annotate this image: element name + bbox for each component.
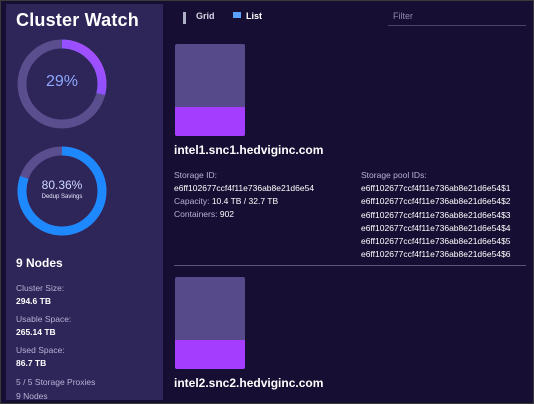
summary-sidebar: Cluster Watch 29% 80.36% Dedup Savings 9… — [6, 4, 163, 401]
usage-percent: 29% — [45, 73, 79, 90]
node-card: intel1.snc1.hedviginc.com Storage ID: e6… — [174, 44, 526, 266]
grid-icon — [183, 12, 191, 24]
used-space-value: 86.7 TB — [16, 358, 47, 368]
storage-pool-id: e6ff102677ccf4f11e736ab8e21d6e54$2 — [361, 196, 511, 207]
app-title: Cluster Watch — [16, 10, 139, 30]
node-usage-bar — [175, 277, 245, 369]
storage-proxies-status: 5 / 5 Storage Proxies — [16, 377, 96, 387]
used-space-stat: Used Space: 86.7 TB — [16, 345, 65, 368]
list-icon — [233, 12, 241, 20]
containers-label: Containers: — [174, 209, 218, 219]
nodes-title: 9 Nodes — [16, 256, 63, 270]
node-usage-fill — [175, 106, 245, 136]
storage-pool-id: e6ff102677ccf4f11e736ab8e21d6e54$1 — [361, 183, 511, 194]
capacity-value: 10.4 TB / 32.7 TB — [211, 196, 279, 206]
node-details: Storage ID: e6ff102677ccf4f11e736ab8e21d… — [174, 169, 314, 221]
list-view-label: List — [246, 11, 263, 21]
storage-pool-id: e6ff102677ccf4f11e736ab8e21d6e54$3 — [361, 209, 511, 220]
usable-space-value: 265.14 TB — [16, 327, 56, 337]
dedup-ring: 80.36% Dedup Savings — [15, 144, 109, 238]
node-usage-bar — [175, 44, 245, 136]
node-card: intel2.snc2.hedviginc.com — [174, 277, 526, 399]
cluster-size-label: Cluster Size: — [16, 283, 65, 293]
containers-row: Containers: 902 — [174, 208, 314, 221]
used-space-label: Used Space: — [16, 345, 65, 355]
storage-pool-id: e6ff102677ccf4f11e736ab8e21d6e54$4 — [361, 222, 511, 233]
storage-pool-id: e6ff102677ccf4f11e736ab8e21d6e54$6 — [361, 249, 511, 260]
storage-pool-list: Storage pool IDs: e6ff102677ccf4f11e736a… — [361, 169, 511, 261]
grid-view-label: Grid — [196, 11, 215, 21]
filter-input[interactable] — [388, 6, 526, 26]
grid-view-button[interactable]: Grid — [183, 11, 215, 24]
cluster-size-value: 294.6 TB — [16, 296, 51, 306]
storage-pool-ids-label: Storage pool IDs: — [361, 170, 427, 180]
storage-id-label: Storage ID: — [174, 170, 217, 180]
usage-ring: 29% — [15, 37, 109, 131]
node-hostname[interactable]: intel1.snc1.hedviginc.com — [174, 143, 323, 157]
list-view-button[interactable]: List — [233, 11, 262, 21]
node-hostname[interactable]: intel2.snc2.hedviginc.com — [174, 376, 323, 390]
dedup-percent: 80.36% — [41, 178, 83, 192]
nodes-count: 9 Nodes — [16, 391, 48, 401]
storage-id-value: e6ff102677ccf4f11e736ab8e21d6e54 — [174, 183, 315, 193]
cluster-size-stat: Cluster Size: 294.6 TB — [16, 283, 64, 306]
node-usage-fill — [175, 339, 245, 369]
dedup-sub-label: Dedup Savings — [41, 194, 83, 200]
capacity-row: Capacity: 10.4 TB / 32.7 TB — [174, 195, 314, 208]
containers-value: 902 — [219, 209, 235, 219]
capacity-label: Capacity: — [174, 196, 210, 206]
usable-space-stat: Usable Space: 265.14 TB — [16, 314, 71, 337]
usable-space-label: Usable Space: — [16, 314, 72, 324]
storage-pool-id: e6ff102677ccf4f11e736ab8e21d6e54$5 — [361, 236, 511, 247]
